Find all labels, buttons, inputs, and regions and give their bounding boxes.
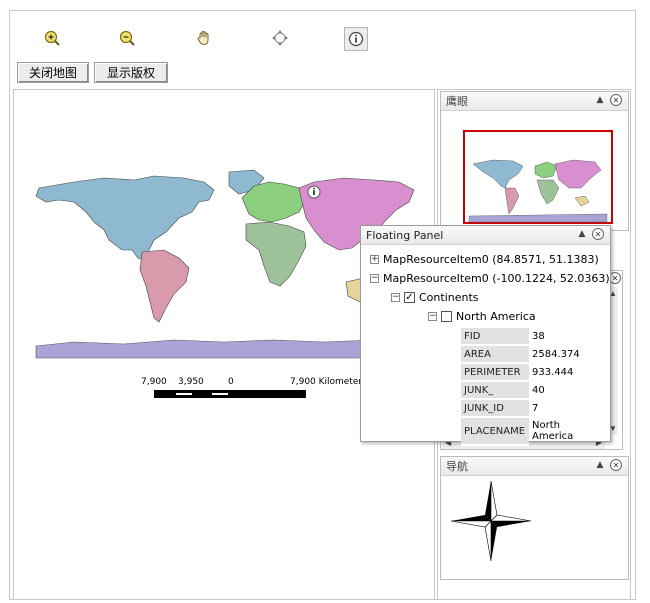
floating-panel-title: Floating Panel <box>366 228 444 242</box>
tree-item-result-1[interactable]: + MapResourceItem0 (84.8571, 51.1383) <box>370 253 599 266</box>
scale-label-zero: 0 <box>228 377 234 387</box>
expand-icon[interactable]: + <box>370 255 379 264</box>
attribute-key: PERIMETER <box>461 363 529 382</box>
attribute-row: JUNK_ID 7 <box>461 399 583 418</box>
attribute-key: AREA <box>461 345 529 364</box>
tree-item-result-2[interactable]: − MapResourceItem0 (-100.1224, 52.0363) <box>370 272 610 285</box>
navigation-panel-title: 导航 <box>446 460 468 473</box>
layer-checkbox[interactable]: ✓ <box>404 292 415 303</box>
collapse-tree-icon[interactable]: − <box>428 312 437 321</box>
overview-panel-title: 鹰眼 <box>446 95 468 108</box>
attribute-value: North America <box>532 420 574 442</box>
navigation-panel-header: 导航 ▲ ✕ <box>441 457 628 476</box>
compass-rose-icon[interactable] <box>449 479 533 563</box>
attribute-key: JUNK_ <box>461 381 529 400</box>
full-extent-icon <box>272 30 288 46</box>
overview-panel: 鹰眼 ▲ ✕ <box>440 91 629 231</box>
attribute-value: 7 <box>532 402 539 414</box>
show-copyright-button[interactable]: 显示版权 <box>94 62 168 83</box>
close-icon[interactable]: ✕ <box>610 94 622 106</box>
attribute-value: 38 <box>532 331 545 342</box>
tree-item-label[interactable]: MapResourceItem0 (-100.1224, 52.0363) <box>383 272 610 285</box>
pan-tool[interactable] <box>193 27 215 49</box>
scale-label-mid: 3,950 <box>178 377 204 387</box>
africa-shape <box>245 221 307 287</box>
floating-panel[interactable]: Floating Panel ▲ ✕ + MapResourceItem0 (8… <box>360 225 611 446</box>
identify-icon <box>348 31 364 47</box>
europe-shape <box>241 181 307 223</box>
collapse-tree-icon[interactable]: − <box>370 274 379 283</box>
full-extent-tool[interactable] <box>269 27 291 49</box>
attribute-value: 933.444 <box>532 366 574 378</box>
collapse-icon[interactable]: ▲ <box>594 459 606 471</box>
floating-panel-header[interactable]: Floating Panel ▲ ✕ <box>361 226 610 245</box>
tree-item-feature[interactable]: − North America <box>428 310 536 323</box>
overview-map[interactable] <box>463 130 613 226</box>
tree-item-label[interactable]: MapResourceItem0 (84.8571, 51.1383) <box>383 253 599 266</box>
south-america-shape <box>139 249 190 323</box>
collapse-icon[interactable]: ▲ <box>594 94 606 106</box>
attribute-value: 40 <box>532 384 545 396</box>
zoom-out-icon <box>119 30 135 46</box>
collapse-icon[interactable]: ▲ <box>576 228 588 240</box>
collapse-tree-icon[interactable]: − <box>391 293 400 302</box>
attribute-key: JUNK_ID <box>461 399 529 418</box>
layer-label[interactable]: Continents <box>419 291 479 304</box>
overview-panel-header: 鹰眼 ▲ ✕ <box>441 92 628 111</box>
identify-tool[interactable] <box>344 27 368 51</box>
zoom-in-icon <box>44 30 60 46</box>
identify-marker[interactable] <box>307 185 321 199</box>
attribute-key: FID <box>461 328 529 346</box>
attribute-key: PLACENAME <box>461 417 529 446</box>
scale-label-left: 7,900 <box>141 377 167 387</box>
attribute-value: 2584.374 <box>532 348 580 360</box>
attribute-row: JUNK_ 40 <box>461 381 583 400</box>
feature-label[interactable]: North America <box>456 310 536 323</box>
close-icon[interactable]: ✕ <box>592 228 604 240</box>
tree-item-layer[interactable]: − ✓ Continents <box>391 291 479 304</box>
navigation-panel: 导航 ▲ ✕ <box>440 456 629 580</box>
zoom-out-tool[interactable] <box>116 27 138 49</box>
scale-label-right: 7,900 Kilometers <box>290 377 367 387</box>
north-america-shape <box>35 175 215 261</box>
antarctica-shape <box>35 339 375 359</box>
close-map-button[interactable]: 关闭地图 <box>17 62 89 83</box>
attribute-row: AREA 2584.374 <box>461 345 583 364</box>
pan-hand-icon <box>197 31 209 45</box>
scale-bar <box>154 390 306 398</box>
attribute-row: PLACENAME North America <box>461 417 583 446</box>
close-icon[interactable]: ✕ <box>610 459 622 471</box>
attribute-table: FID 38 AREA 2584.374 PERIMETER 933.444 J… <box>461 328 583 446</box>
attribute-row: PERIMETER 933.444 <box>461 363 583 382</box>
zoom-in-tool[interactable] <box>41 27 63 49</box>
attribute-row: FID 38 <box>461 328 583 346</box>
feature-checkbox[interactable] <box>441 311 452 322</box>
